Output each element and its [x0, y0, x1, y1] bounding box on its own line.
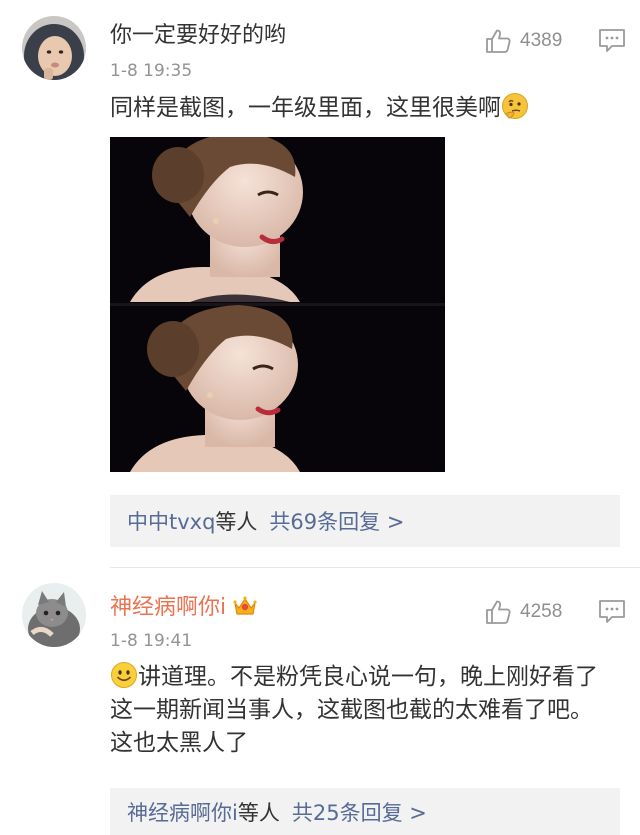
reply-usernames: 中中tvxq: [127, 510, 216, 534]
thinking-face-icon: [502, 93, 528, 119]
reply-total: 共25条回复 >: [291, 800, 427, 825]
view-replies-link[interactable]: 中中tvxq 等人 共69条回复 >: [110, 495, 620, 547]
thumbs-up-icon: [486, 600, 511, 624]
like-button[interactable]: 4389: [484, 26, 562, 56]
avatar[interactable]: [22, 16, 86, 80]
reply-suffix: 等人: [237, 800, 280, 825]
comment-item: 你一定要好好的哟 1-8 19:35 4389 同样是截图，一年级里面，这里很美…: [0, 0, 640, 570]
comment-item: 神经病啊你i 1-8 19:41 4258 讲道理。不是粉凭良心说一句，晚上刚好…: [0, 575, 640, 835]
vip-crown-icon: [233, 596, 257, 615]
divider: [110, 567, 640, 568]
comment-image[interactable]: [110, 137, 445, 472]
like-count: 4389: [520, 30, 563, 51]
reply-total: 共69条回复 >: [269, 510, 405, 534]
comment-text: 讲道理。不是粉凭良心说一句，晚上刚好看了这一期新闻当事人，这截图也截的太难看了吧…: [110, 661, 614, 760]
like-count: 4258: [520, 601, 563, 622]
thumbs-up-icon: [486, 29, 511, 53]
like-button[interactable]: 4258: [484, 597, 562, 627]
reply-suffix: 等人: [215, 510, 258, 534]
comment-time: 1-8 19:41: [110, 631, 193, 651]
view-replies-link[interactable]: 神经病啊你i 等人 共25条回复 >: [110, 788, 620, 835]
avatar[interactable]: [22, 583, 86, 647]
comment-text-body: 同样是截图，一年级里面，这里很美啊: [110, 95, 501, 121]
comment-text: 同样是截图，一年级里面，这里很美啊: [110, 92, 614, 125]
comment-time: 1-8 19:35: [110, 61, 193, 81]
username-text: 神经病啊你i: [110, 595, 227, 620]
comment-reply-icon[interactable]: [598, 28, 626, 54]
smiley-face-icon: [111, 662, 137, 688]
comment-reply-icon[interactable]: [598, 599, 626, 625]
username-text: 你一定要好好的哟: [110, 23, 287, 48]
username[interactable]: 你一定要好好的哟: [110, 22, 286, 50]
reply-usernames: 神经病啊你i: [127, 800, 238, 825]
username[interactable]: 神经病啊你i: [110, 594, 258, 622]
comment-text-body: 讲道理。不是粉凭良心说一句，晚上刚好看了这一期新闻当事人，这截图也截的太难看了吧…: [110, 664, 598, 756]
